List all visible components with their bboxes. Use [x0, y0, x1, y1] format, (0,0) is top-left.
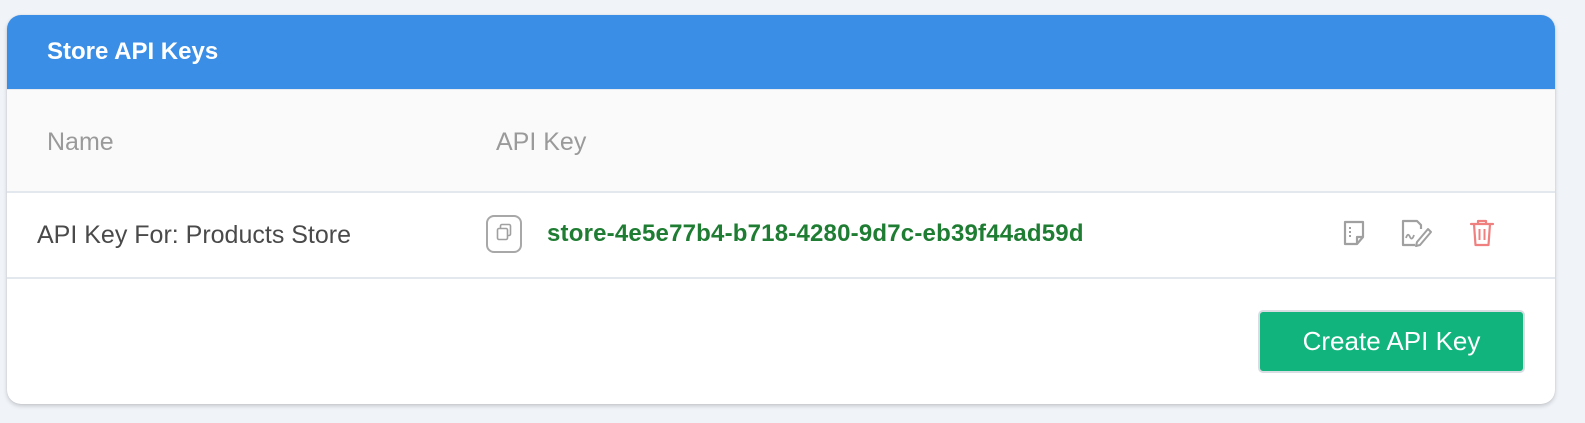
column-header-name: Name	[47, 128, 114, 156]
panel-header: Store API Keys	[7, 15, 1555, 89]
copy-icon	[494, 222, 514, 247]
api-key-value: store-4e5e77b4-b718-4280-9d7c-eb39f44ad5…	[547, 220, 1084, 247]
create-api-key-button[interactable]: Create API Key	[1258, 310, 1525, 373]
api-key-name: API Key For: Products Store	[37, 221, 352, 249]
edit-button[interactable]	[1399, 218, 1433, 253]
column-header-api-key: API Key	[496, 128, 587, 156]
table-row: API Key For: Products Store store-4e5e77…	[7, 193, 1555, 279]
notes-button[interactable]	[1339, 219, 1369, 251]
panel-title: Store API Keys	[47, 38, 219, 65]
copy-key-button[interactable]	[486, 215, 522, 253]
api-keys-panel: Store API Keys Name API Key API Key For:…	[7, 15, 1555, 404]
trash-icon	[1469, 218, 1495, 253]
delete-button[interactable]	[1467, 219, 1497, 251]
notes-icon	[1341, 219, 1367, 252]
table-header: Name API Key	[7, 89, 1555, 193]
panel-footer: Create API Key	[7, 279, 1555, 402]
edit-signature-icon	[1399, 218, 1433, 253]
